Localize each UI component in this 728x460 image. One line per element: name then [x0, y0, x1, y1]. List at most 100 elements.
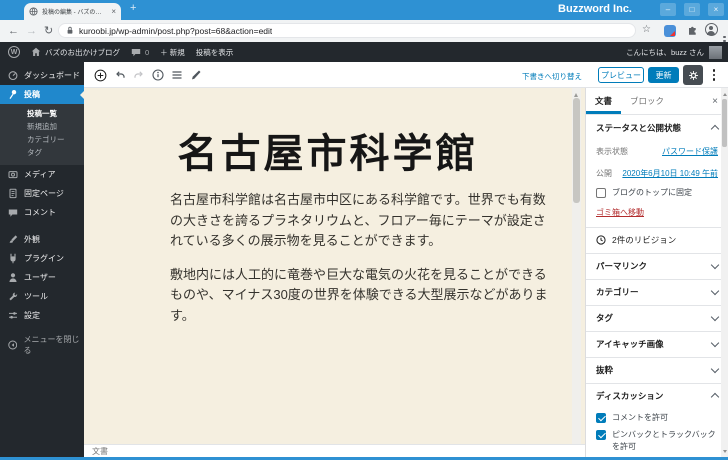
sidebar-collapse-menu[interactable]: メニューを閉じる [0, 335, 84, 355]
sidebar-item-pages[interactable]: 固定ページ [0, 184, 84, 203]
tab-document[interactable]: 文書 [586, 88, 621, 114]
chevron-down-icon [710, 286, 720, 296]
plugin-icon [10, 253, 16, 264]
wordpress-logo-icon[interactable]: W [8, 46, 20, 58]
window-controls: – □ × [660, 3, 724, 16]
publish-label: 公開 [596, 168, 612, 178]
admin-bar-site-link[interactable]: バズのお出かけブログ [31, 47, 120, 58]
forward-icon[interactable]: → [26, 24, 37, 38]
chevron-up-icon [710, 392, 720, 402]
posts-submenu: 投稿一覧 新規追加 カテゴリー タグ [0, 104, 84, 165]
post-title[interactable]: 名古屋市科学館 [84, 121, 572, 179]
status-panel-header[interactable]: ステータスと公開状態 [586, 115, 728, 140]
back-icon[interactable]: ← [8, 24, 19, 38]
admin-bar-greeting[interactable]: こんにちは、buzz さん [626, 47, 704, 58]
sidebar-item-comments[interactable]: コメント [0, 203, 84, 222]
sidebar-item-tools[interactable]: ツール [0, 287, 84, 306]
submenu-all-posts[interactable]: 投稿一覧 [0, 107, 84, 120]
admin-bar-new-post[interactable]: ＋ 新規 [160, 47, 185, 58]
settings-gear-button[interactable] [683, 65, 703, 85]
url-text: kuroobi.jp/wp-admin/post.php?post=68&act… [79, 25, 273, 36]
window-title: Buzzword Inc. [558, 3, 632, 15]
admin-bar-view-post[interactable]: 投稿を表示 [196, 47, 234, 58]
allow-comments-checkbox[interactable] [596, 412, 606, 423]
comments-count: 0 [145, 47, 150, 57]
globe-favicon-icon [29, 7, 38, 16]
submenu-categories[interactable]: カテゴリー [0, 133, 84, 146]
paragraph-block[interactable]: 敷地内には人工的に竜巻や巨大な電気の火花を見ることができるものや、マイナス30度… [170, 265, 548, 327]
reload-icon[interactable]: ↻ [44, 24, 53, 38]
chevron-down-icon [710, 338, 720, 348]
list-view-icon[interactable] [170, 69, 183, 82]
redo-icon[interactable] [132, 69, 145, 82]
sidebar-item-settings[interactable]: 設定 [0, 306, 84, 325]
more-options-kebab-icon[interactable] [712, 69, 715, 83]
paragraph-block[interactable]: 名古屋市科学館は名古屋市中区にある科学館です。世界でも有数の大きさを誇るプラネタ… [170, 190, 548, 252]
scroll-up-arrow-icon[interactable] [574, 91, 578, 97]
user-avatar[interactable] [709, 45, 722, 59]
excerpt-panel-header[interactable]: 抜粋 [586, 358, 728, 383]
sticky-checkbox-row: ブログのトップに固定 [586, 184, 728, 202]
document-settings-panel: 文書 ブロック × ステータスと公開状態 表示状態 パスワード保護 公開 202… [585, 88, 728, 458]
publish-date-link[interactable]: 2020年6月10日 10:49 午前 [622, 168, 718, 179]
sidebar-item-dashboard[interactable]: ダッシュボード [0, 66, 84, 85]
sidebar-item-appearance[interactable]: 外観 [0, 230, 84, 249]
tab-block[interactable]: ブロック [621, 88, 673, 114]
editor-canvas: 名古屋市科学館 名古屋市科学館は名古屋市中区にある科学館です。世界でも有数の大き… [84, 88, 585, 444]
browser-menu-kebab-icon[interactable] [723, 25, 726, 43]
tags-panel-header[interactable]: タグ [586, 306, 728, 331]
switch-to-draft-link[interactable]: 下書きへ切り替え [522, 71, 582, 82]
tab-title: 投稿の編集 - バズのお出かけブログ - [42, 10, 108, 16]
featured-image-panel-header[interactable]: アイキャッチ画像 [586, 332, 728, 357]
star-icon[interactable]: ☆ [642, 24, 651, 35]
sidebar-item-posts[interactable]: 投稿 [0, 85, 84, 104]
pages-icon [9, 188, 17, 199]
allow-pingbacks-checkbox[interactable] [596, 430, 606, 441]
puzzle-icon[interactable] [687, 25, 698, 36]
sidebar-item-plugins[interactable]: プラグイン [0, 249, 84, 268]
tags-panel: タグ [586, 306, 728, 332]
update-button[interactable]: 更新 [648, 67, 679, 83]
scrollbar-thumb[interactable] [573, 98, 580, 203]
appearance-icon [9, 235, 18, 243]
submenu-tags[interactable]: タグ [0, 146, 84, 159]
close-button[interactable]: × [708, 3, 724, 16]
sticky-checkbox[interactable] [596, 188, 606, 198]
scroll-down-arrow-icon[interactable] [722, 450, 727, 455]
profile-icon[interactable] [705, 23, 718, 36]
browser-titlebar: 投稿の編集 - バズのお出かけブログ - × + Buzzword Inc. –… [0, 0, 728, 20]
blue-extension-icon[interactable] [664, 25, 676, 37]
submenu-add-new[interactable]: 新規追加 [0, 120, 84, 133]
scrollbar-thumb[interactable] [722, 99, 727, 147]
media-icon [8, 171, 18, 179]
publish-row: 公開 2020年6月10日 10:49 午前 [586, 162, 728, 184]
inserter-icon[interactable] [94, 69, 107, 82]
minimize-button[interactable]: – [660, 3, 676, 16]
revisions-button[interactable]: 2件のリビジョン [586, 228, 728, 253]
maximize-button[interactable]: □ [684, 3, 700, 16]
discussion-panel-header[interactable]: ディスカッション [586, 384, 728, 409]
preview-button[interactable]: プレビュー [598, 67, 644, 83]
permalink-panel-header[interactable]: パーマリンク [586, 254, 728, 279]
url-input[interactable]: kuroobi.jp/wp-admin/post.php?post=68&act… [58, 23, 636, 38]
scroll-up-arrow-icon[interactable] [722, 91, 727, 96]
tab-close-icon[interactable]: × [111, 7, 116, 16]
excerpt-panel: 抜粋 [586, 358, 728, 384]
editor-surface: 下書きへ切り替え プレビュー 更新 名古屋市科学館 名古屋市科学館は名古屋市中区… [84, 62, 728, 458]
sidebar-item-media[interactable]: メディア [0, 165, 84, 184]
discussion-panel: ディスカッション コメントを許可 ピンバックとトラックバックを許可 [586, 384, 728, 460]
undo-icon[interactable] [113, 69, 126, 82]
move-to-trash-link[interactable]: ゴミ箱へ移動 [596, 208, 644, 217]
admin-bar-comments[interactable]: 0 [131, 48, 149, 57]
info-icon[interactable] [151, 69, 164, 82]
sidebar-item-users[interactable]: ユーザー [0, 268, 84, 287]
new-tab-button[interactable]: + [130, 2, 136, 14]
browser-tab[interactable]: 投稿の編集 - バズのお出かけブログ - × [24, 3, 121, 20]
panel-scrollbar [721, 88, 728, 458]
dashboard-icon [8, 71, 18, 81]
pencil-icon[interactable] [189, 69, 202, 82]
home-icon [31, 47, 41, 56]
breadcrumb[interactable]: 文書 [92, 447, 108, 456]
categories-panel-header[interactable]: カテゴリー [586, 280, 728, 305]
visibility-value-link[interactable]: パスワード保護 [662, 146, 718, 157]
